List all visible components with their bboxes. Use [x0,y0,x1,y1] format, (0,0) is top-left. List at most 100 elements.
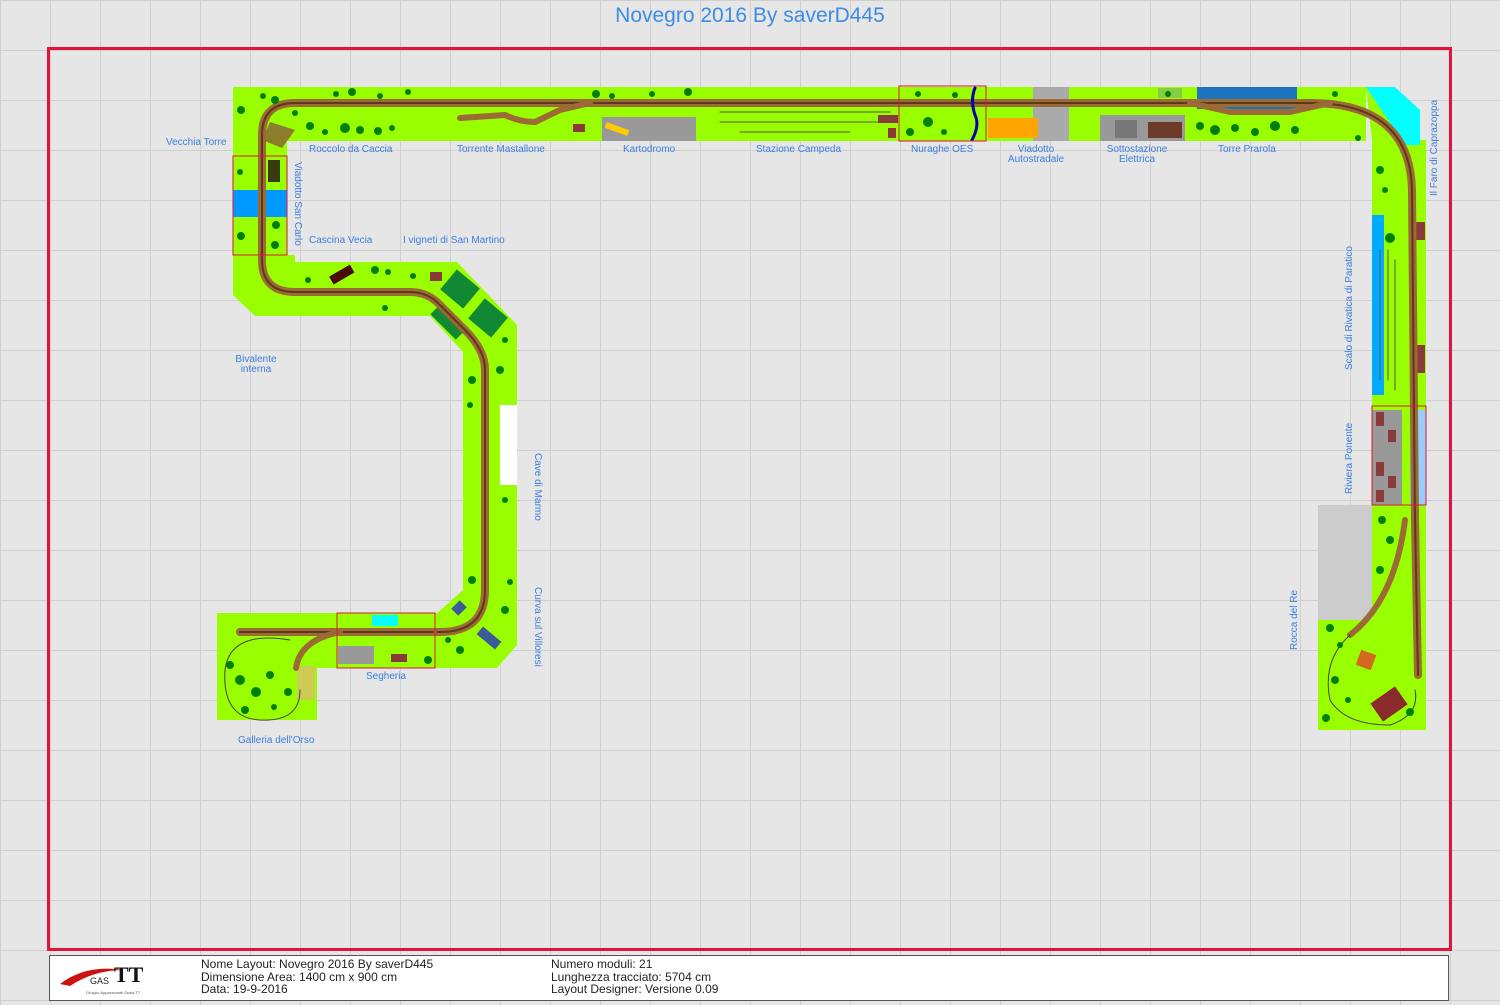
tree [237,232,245,240]
track-main-ballast [258,99,1422,679]
building-segheria-2 [391,654,407,662]
tree [915,91,921,97]
logo-tt: TT [114,962,144,987]
tree [941,129,947,135]
surfaces [233,87,1426,700]
tree [1332,91,1338,97]
water-scalo [1372,215,1384,395]
tree [1251,128,1259,136]
tree [226,661,234,669]
tree [1165,91,1171,97]
label-viadotto-auto-2: Autostradale [1007,154,1065,165]
building-vigneti [430,272,442,281]
tree [405,89,411,95]
tree [467,402,473,408]
tree [1378,516,1386,524]
tree [284,688,292,696]
tree [684,88,692,96]
building-stazione [878,115,898,123]
building-riviera-5 [1376,490,1384,502]
tree [502,497,508,503]
tree [923,117,933,127]
building-sottostazione [1148,122,1182,138]
label-bivalente-2: interna [240,364,272,375]
tree [271,241,279,249]
building-roccolo [573,124,585,132]
tree [906,128,914,136]
module-highlights [232,85,1427,669]
logo-gas: GAS [90,976,109,986]
tree [496,366,504,374]
tree [305,277,311,283]
tree [1326,624,1334,632]
tree [292,110,298,116]
tree [322,129,328,135]
gas-tt-logo: TT GAS Gruppo Appassionati Scala TT [60,962,144,995]
label-vigneti: I vigneti di San Martino [403,235,505,246]
tree [609,93,615,99]
info-nome-layout: Nome Layout: Novegro 2016 By saverD445 [201,957,434,971]
tree [1270,121,1280,131]
pond-segheria [372,615,398,626]
building-stazione-2 [888,128,896,138]
label-scalo: Scalo di Rivatica di Paratico [1344,246,1355,370]
tree [952,92,958,98]
building-viadotto-tower [268,160,280,182]
logo-caption: Gruppo Appassionati Scala TT [86,990,141,995]
tree [266,671,274,679]
tree [237,106,245,114]
tree [385,269,391,275]
tree [507,579,513,585]
info-designer: Layout Designer: Versione 0.09 [551,982,719,996]
building-riviera-3 [1376,462,1384,476]
info-numero-moduli: Numero moduli: 21 [551,957,653,971]
tree [306,122,314,130]
tree [260,93,266,99]
tree [468,576,476,584]
info-left-column: Nome Layout: Novegro 2016 By saverD445 D… [201,958,433,996]
tree [445,637,451,643]
label-segheria: Segheria [366,671,407,682]
label-viadotto-san-carlo: Viadotto San Carlo [292,162,303,246]
label-nuraghe: Nuraghe OES [911,144,974,155]
tree [340,123,350,133]
tree [410,273,416,279]
tree [241,706,249,714]
label-faro: Il Faro di Caprazoppa [1429,99,1440,196]
tree [382,305,388,311]
label-torre-prarola: Torre Prarola [1218,144,1276,155]
label-cave: Cave di Marmo [532,453,543,521]
tree [1210,125,1220,135]
tree [251,687,261,697]
tree [271,704,277,710]
label-roccolo: Roccolo da Caccia [309,144,393,155]
label-galleria: Galleria dell'Orso [238,735,315,746]
yard-rocca [1318,505,1372,620]
tree [1337,642,1343,648]
tree [377,93,383,99]
building-riviera-1 [1376,412,1384,426]
label-vecchia-torre: Vecchia Torre [166,137,227,148]
tree [237,169,243,175]
tree [1322,714,1330,722]
tree [592,90,600,98]
label-stazione: Stazione Campeda [756,144,842,155]
tree [1376,566,1384,574]
road-viadotto [1033,87,1069,141]
info-right-column: Numero moduli: 21 Lunghezza tracciato: 5… [551,958,718,996]
module-top-band [233,87,1366,141]
tree [501,606,509,614]
tree [389,125,395,131]
tree [272,221,280,229]
tree [235,675,245,685]
info-data: Data: 19-9-2016 [201,982,288,996]
tree [1406,708,1414,716]
tree [468,376,476,384]
label-kartodromo: Kartodromo [623,144,676,155]
building-riviera-2 [1388,430,1396,442]
tree [1291,126,1299,134]
track-main-rails [261,102,1419,676]
tree [1385,233,1395,243]
field-nuraghe [988,118,1038,138]
label-sottostazione-2: Elettrica [1118,154,1156,165]
